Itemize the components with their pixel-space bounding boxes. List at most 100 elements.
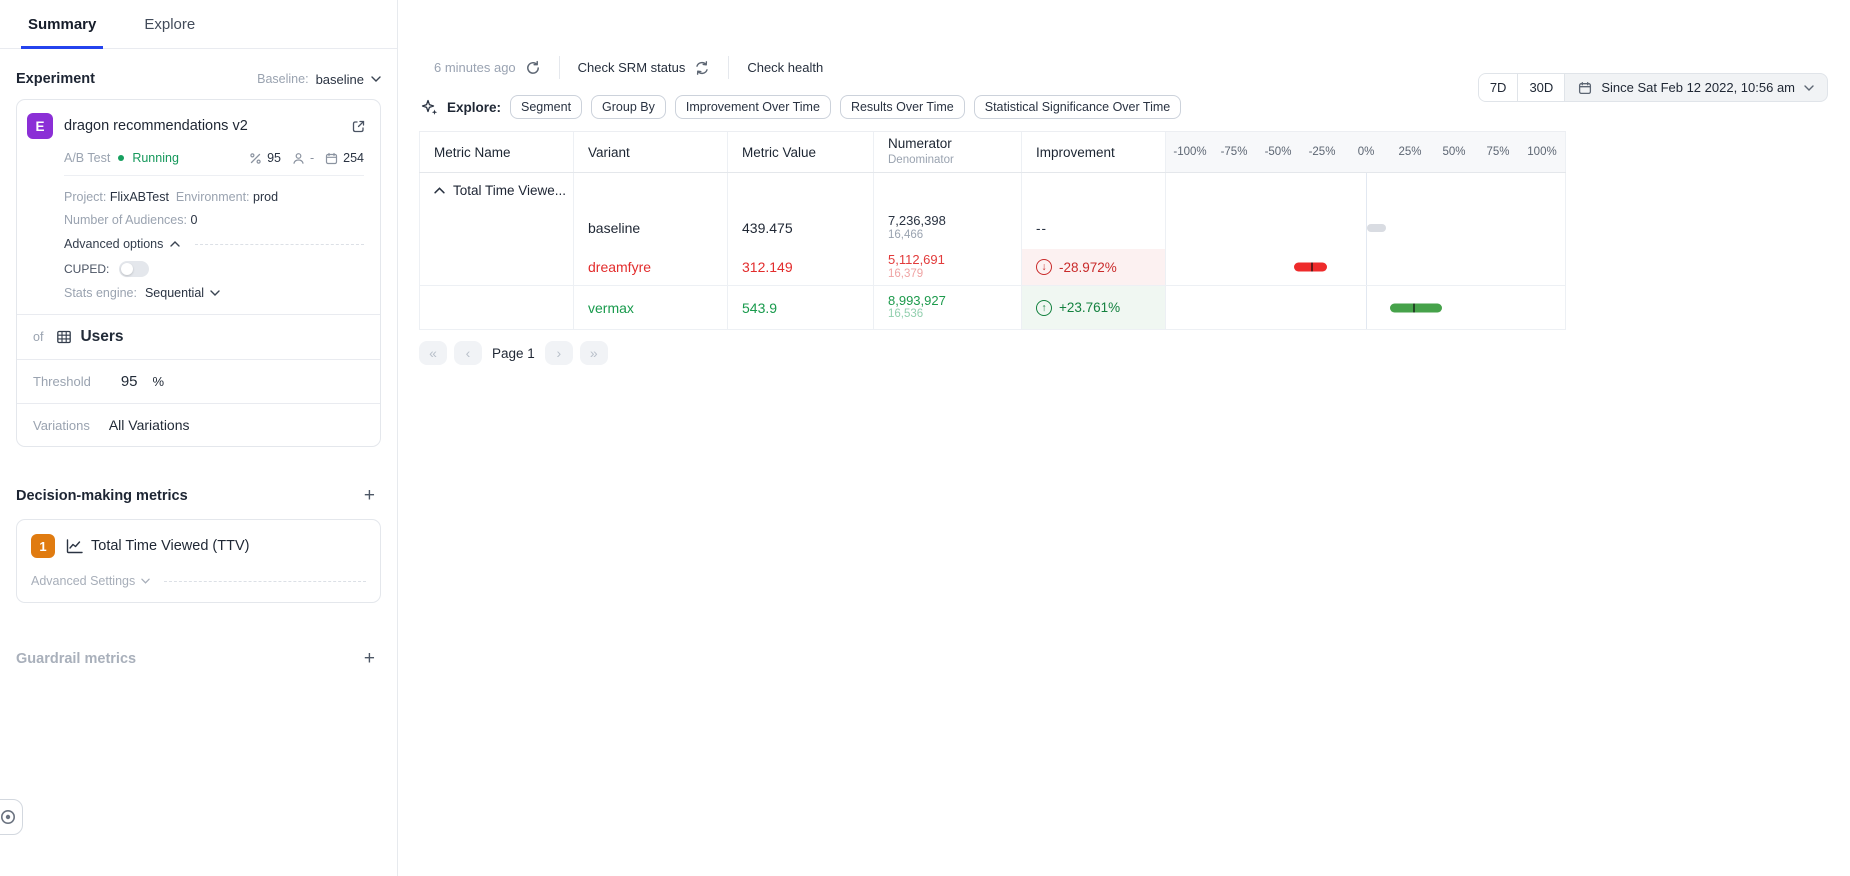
variant-cell: baseline [574, 207, 728, 249]
explore-results-over-time-button[interactable]: Results Over Time [840, 95, 965, 119]
improvement-cell: ↓ -28.972% [1022, 249, 1166, 285]
variations-value: All Variations [109, 417, 190, 433]
chart-cell [1166, 207, 1566, 249]
axis-tick-label: 100% [1527, 146, 1556, 158]
improvement-value: -28.972% [1059, 260, 1117, 275]
numerator-denominator-cell: 8,993,927 16,536 [874, 286, 1022, 329]
metric-value-cell: 439.475 [728, 207, 874, 249]
guardrail-metrics-heading: Guardrail metrics [16, 651, 136, 667]
axis-tick-label: 50% [1442, 146, 1465, 158]
check-srm-button[interactable]: Check SRM status [578, 60, 711, 76]
denominator-value: 16,466 [888, 229, 946, 243]
date-range-text: Since Sat Feb 12 2022, 10:56 am [1601, 80, 1795, 95]
numerator-value: 7,236,398 [888, 213, 946, 229]
threshold-label: Threshold [33, 374, 91, 389]
numerator-value: 5,112,691 [888, 252, 945, 268]
tab-explore[interactable]: Explore [144, 0, 195, 48]
ci-point-tick [1311, 263, 1313, 272]
allocation-value: 95 [267, 151, 281, 165]
col-header-numerator: Numerator [888, 136, 954, 153]
audiences-label: Number of Audiences: [64, 213, 187, 227]
baseline-label: Baseline: [257, 72, 308, 86]
explore-improvement-over-time-button[interactable]: Improvement Over Time [675, 95, 831, 119]
pagination-last-button[interactable]: » [580, 341, 608, 365]
pagination-first-button[interactable]: « [419, 341, 447, 365]
variant-cell: dreamfyre [574, 249, 728, 285]
chart-cell [1166, 173, 1566, 207]
project-value: FlixABTest [110, 190, 169, 204]
unit-type-row: of Users [17, 314, 380, 359]
table-grid-icon [56, 329, 72, 345]
group-label: Total Time Viewe... [453, 183, 566, 198]
refresh-control[interactable]: 6 minutes ago [434, 60, 541, 76]
decision-metrics-heading: Decision-making metrics [16, 488, 188, 504]
range-7d-button[interactable]: 7D [1479, 74, 1519, 101]
help-widget-button[interactable] [0, 799, 23, 835]
cuped-toggle[interactable] [119, 261, 149, 277]
status-dot-icon [118, 155, 124, 161]
help-circle-icon [0, 809, 16, 825]
axis-tick-label: -25% [1309, 146, 1336, 158]
chevron-down-icon [141, 578, 150, 584]
cuped-label: CUPED: [64, 262, 109, 276]
environment-label: Environment: [176, 190, 250, 204]
advanced-settings-toggle[interactable]: Advanced Settings [17, 562, 380, 602]
refresh-icon[interactable] [525, 60, 541, 76]
tab-summary[interactable]: Summary [28, 0, 96, 48]
of-label: of [33, 330, 43, 344]
explore-stat-significance-button[interactable]: Statistical Significance Over Time [974, 95, 1182, 119]
experiment-name: dragon recommendations v2 [64, 118, 340, 134]
range-30d-button[interactable]: 30D [1518, 74, 1565, 101]
arrow-up-circle-icon: ↑ [1036, 300, 1052, 316]
experiment-badge: E [27, 113, 53, 139]
denominator-value: 16,379 [888, 268, 945, 282]
environment-value: prod [253, 190, 278, 204]
ci-bar-dreamfyre [1294, 263, 1327, 272]
percent-icon [249, 152, 262, 165]
advanced-options-toggle[interactable]: Advanced options [64, 237, 364, 251]
dashed-divider [195, 244, 364, 245]
calendar-icon [325, 152, 338, 165]
pagination-page-label: Page 1 [492, 346, 535, 361]
check-srm-label: Check SRM status [578, 60, 686, 75]
pagination-prev-button[interactable]: ‹ [454, 341, 482, 365]
metric-group-row: Total Time Viewe... [419, 173, 1566, 207]
date-range-control: 7D 30D Since Sat Feb 12 2022, 10:56 am [1478, 73, 1828, 102]
explore-bar: Explore: Segment Group By Improvement Ov… [421, 95, 1181, 119]
days-count: 254 [343, 151, 364, 165]
col-header-denominator: Denominator [888, 153, 954, 167]
divider [728, 56, 729, 79]
col-header-variant: Variant [574, 132, 728, 172]
chevron-down-icon [371, 76, 381, 82]
explore-group-by-button[interactable]: Group By [591, 95, 666, 119]
tab-bar: Summary Explore [0, 0, 397, 49]
threshold-unit: % [153, 374, 165, 389]
add-decision-metric-button[interactable]: + [358, 484, 381, 507]
tab-explore-label: Explore [144, 16, 195, 33]
metric-rank-badge: 1 [31, 534, 55, 558]
pagination-next-button[interactable]: › [545, 341, 573, 365]
col-header-metric-name: Metric Name [419, 132, 574, 172]
axis-tick-label: -100% [1173, 146, 1206, 158]
advanced-options-label: Advanced options [64, 237, 163, 251]
variations-label: Variations [33, 418, 90, 433]
group-collapse-toggle[interactable]: Total Time Viewe... [434, 183, 566, 198]
explore-label: Explore: [447, 100, 501, 115]
add-guardrail-metric-button[interactable]: + [358, 647, 381, 670]
stats-engine-select[interactable]: Sequential [145, 286, 220, 300]
date-range-button[interactable]: Since Sat Feb 12 2022, 10:56 am [1565, 74, 1827, 101]
table-header-row: Metric Name Variant Metric Value Numerat… [419, 132, 1566, 173]
line-chart-icon [66, 539, 83, 554]
sidebar: Summary Explore Experiment Baseline: bas… [0, 0, 398, 876]
explore-segment-button[interactable]: Segment [510, 95, 582, 119]
col-header-improvement: Improvement [1022, 132, 1166, 172]
table-row-baseline: baseline 439.475 7,236,398 16,466 -- [419, 207, 1566, 249]
external-link-icon[interactable] [351, 119, 366, 134]
numerator-denominator-cell: 7,236,398 16,466 [874, 207, 1022, 249]
check-health-button[interactable]: Check health [747, 60, 823, 75]
chart-axis-ticks: -100%-75%-50%-25%0%25%50%75%100% [1166, 132, 1566, 172]
baseline-selector[interactable]: Baseline: baseline [257, 72, 381, 87]
unit-type-value: Users [80, 328, 123, 346]
pagination: « ‹ Page 1 › » [419, 341, 608, 365]
ci-bar-baseline [1367, 224, 1386, 232]
